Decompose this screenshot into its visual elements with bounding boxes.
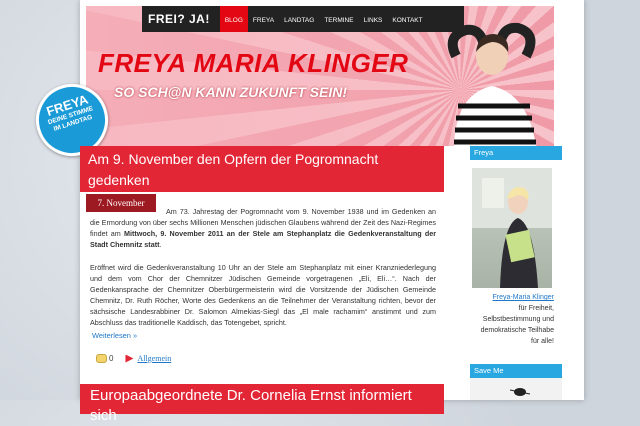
nav-item-termine[interactable]: TERMINE — [319, 6, 358, 32]
article2-title[interactable]: Europaabgeordnete Dr. Cornelia Ernst inf… — [80, 384, 444, 424]
article-meta: 0 Allgemein — [96, 354, 171, 363]
read-more-link[interactable]: Weiterlesen » — [92, 331, 137, 340]
portrait-photo — [472, 168, 552, 288]
nav-item-blog[interactable]: BLOG — [219, 6, 248, 32]
article-title[interactable]: Am 9. November den Opfern der Pogromnach… — [80, 146, 444, 192]
article-paragraph-2: Eröffnet wird die Gedenkveranstaltung 10… — [90, 263, 436, 327]
portrait-image — [472, 168, 552, 288]
category-link[interactable]: Allgemein — [137, 354, 171, 363]
sidebar-heading-freya: Freya — [470, 146, 562, 160]
sidebar-heading-saveme: Save Me — [470, 364, 562, 378]
header-person-illustration — [447, 22, 536, 146]
article-paragraph-1: Am 73. Jahrestag der Pogromnacht vom 9. … — [90, 207, 437, 249]
nav-item-freya[interactable]: FREYA — [248, 6, 279, 32]
sidebar-name-link[interactable]: Freya-Maria Klinger — [493, 294, 554, 301]
category-icon — [125, 354, 134, 363]
nav-item-links[interactable]: LINKS — [359, 6, 388, 32]
comment-icon[interactable] — [96, 354, 107, 363]
main-nav: FREI? JA! BLOG FREYA LANDTAG TERMINE LIN… — [142, 6, 464, 32]
comment-count[interactable]: 0 — [109, 354, 113, 363]
nav-item-kontakt[interactable]: KONTAKT — [387, 6, 427, 32]
sidebar-caption: Freya-Maria Klinger für Freiheit, Selbst… — [480, 294, 554, 345]
nav-item-landtag[interactable]: LANDTAG — [279, 6, 319, 32]
header-banner: FREI? JA! BLOG FREYA LANDTAG TERMINE LIN… — [86, 6, 554, 146]
site-logo[interactable]: FREI? JA! — [142, 12, 220, 26]
site-title: FREYA MARIA KLINGER — [98, 48, 409, 78]
saveme-widget[interactable] — [470, 378, 562, 400]
saveme-graphic — [509, 388, 531, 396]
site-subtitle: SO SCH@N KANN ZUKUNFT SEIN! — [114, 84, 347, 100]
